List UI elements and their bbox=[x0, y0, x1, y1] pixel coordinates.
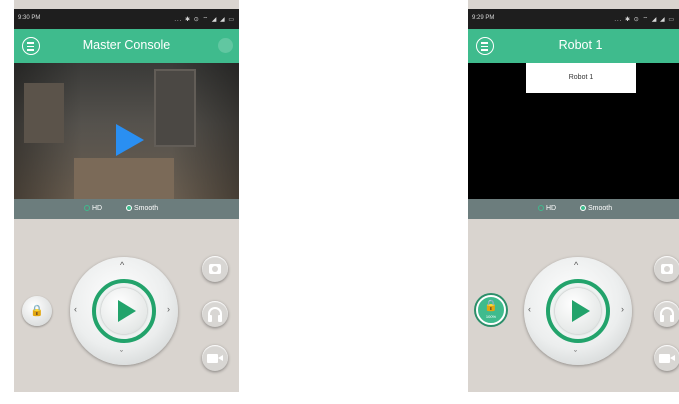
quality-option-hd[interactable]: HD bbox=[84, 205, 102, 212]
master-console-screen: 9:30 PM ... ✱ ⊙ ⌔ ◢ ◢ ▭ Master Console H… bbox=[14, 0, 239, 392]
quality-option-hd[interactable]: HD bbox=[538, 205, 556, 212]
snapshot-button[interactable] bbox=[202, 256, 228, 282]
quality-smooth-label: Smooth bbox=[588, 205, 613, 212]
settings-icon[interactable] bbox=[218, 38, 233, 53]
quality-smooth-label: Smooth bbox=[134, 205, 159, 212]
lock-button[interactable]: 🔒 100% bbox=[476, 295, 506, 325]
arrow-down-icon[interactable]: ˇ bbox=[574, 349, 577, 359]
headphones-icon bbox=[660, 307, 674, 322]
radio-hd[interactable] bbox=[84, 205, 90, 212]
radio-smooth[interactable] bbox=[126, 205, 132, 212]
radio-hd[interactable] bbox=[538, 205, 544, 212]
status-time: 9:30 PM bbox=[18, 15, 41, 21]
quality-selector: HD Smooth bbox=[468, 199, 679, 219]
video-camera-icon bbox=[659, 354, 675, 363]
record-button[interactable] bbox=[202, 345, 228, 371]
app-bar: Robot 1 bbox=[468, 29, 679, 63]
play-icon bbox=[572, 300, 590, 322]
status-icons: ... ✱ ⊙ ⌔ ◢ ◢ ▭ bbox=[174, 17, 235, 23]
snapshot-button[interactable] bbox=[654, 256, 679, 282]
play-ring bbox=[546, 279, 610, 343]
play-icon bbox=[118, 300, 136, 322]
app-bar: Master Console bbox=[14, 29, 239, 63]
audio-button[interactable] bbox=[654, 301, 679, 327]
arrow-right-icon[interactable]: › bbox=[167, 304, 170, 314]
play-icon[interactable] bbox=[116, 124, 144, 156]
headphones-icon bbox=[208, 307, 222, 322]
arrow-up-icon[interactable]: ^ bbox=[120, 260, 124, 270]
quality-option-smooth[interactable]: Smooth bbox=[580, 205, 612, 212]
page-title: Master Console bbox=[82, 38, 171, 52]
robot-dropdown-option[interactable]: Robot 1 bbox=[526, 63, 636, 93]
quality-option-smooth[interactable]: Smooth bbox=[126, 205, 158, 212]
status-time: 9:29 PM bbox=[472, 15, 495, 21]
quality-selector: HD Smooth bbox=[14, 199, 239, 219]
status-bar: 9:29 PM ... ✱ ⊙ ⌔ ◢ ◢ ▭ bbox=[468, 9, 679, 29]
video-feed[interactable]: Robot 1 bbox=[468, 63, 679, 199]
robot-screen: 9:29 PM ... ✱ ⊙ ⌔ ◢ ◢ ▭ Robot 1 Robot 1 … bbox=[468, 0, 679, 392]
arrow-left-icon[interactable]: ‹ bbox=[528, 304, 531, 314]
arrow-up-icon[interactable]: ^ bbox=[574, 260, 578, 270]
radio-smooth[interactable] bbox=[580, 205, 586, 212]
quality-hd-label: HD bbox=[92, 205, 103, 212]
status-icons: ... ✱ ⊙ ⌔ ◢ ◢ ▭ bbox=[614, 17, 675, 23]
arrow-right-icon[interactable]: › bbox=[621, 304, 624, 314]
play-button[interactable] bbox=[101, 288, 147, 334]
status-bar: 9:30 PM ... ✱ ⊙ ⌔ ◢ ◢ ▭ bbox=[14, 9, 239, 29]
page-title: Robot 1 bbox=[558, 38, 603, 52]
quality-hd-label: HD bbox=[546, 205, 557, 212]
video-camera-icon bbox=[207, 354, 223, 363]
direction-pad[interactable]: ^ ‹ › ˇ bbox=[70, 257, 178, 365]
play-button[interactable] bbox=[555, 288, 601, 334]
lock-button[interactable]: 🔒 bbox=[22, 296, 52, 326]
play-ring bbox=[92, 279, 156, 343]
record-button[interactable] bbox=[654, 345, 679, 371]
audio-button[interactable] bbox=[202, 301, 228, 327]
camera-icon bbox=[209, 264, 221, 274]
camera-icon bbox=[661, 264, 673, 274]
video-feed[interactable] bbox=[14, 63, 239, 199]
lock-icon: 🔒 bbox=[30, 305, 44, 317]
arrow-left-icon[interactable]: ‹ bbox=[74, 304, 77, 314]
lock-percent: 100% bbox=[485, 314, 497, 319]
lock-icon: 🔒 bbox=[484, 300, 498, 312]
arrow-down-icon[interactable]: ˇ bbox=[120, 349, 123, 359]
direction-pad[interactable]: ^ ‹ › ˇ bbox=[524, 257, 632, 365]
